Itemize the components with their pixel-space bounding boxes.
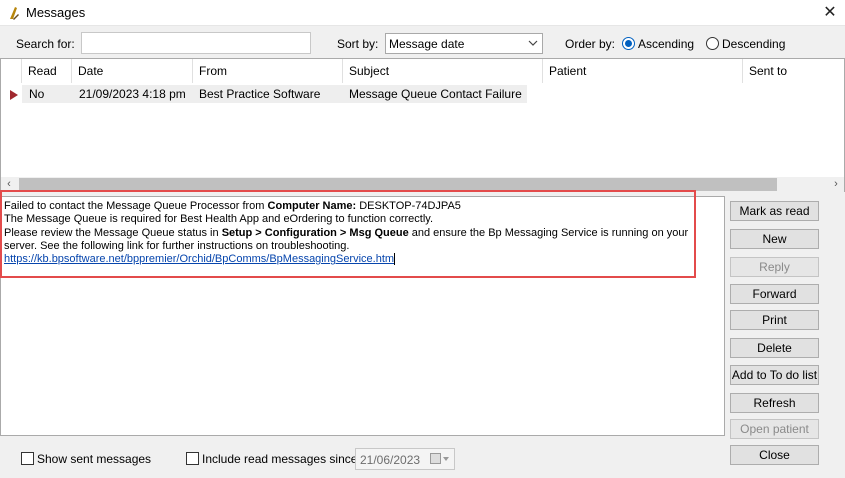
message-line4: server. See the following link for furth… <box>4 239 350 252</box>
title-bar: Messages ✕ <box>0 0 845 26</box>
scroll-right-icon[interactable]: › <box>828 177 844 192</box>
include-read-label: Include read messages since <box>202 452 358 466</box>
new-button[interactable]: New <box>730 229 819 249</box>
search-input[interactable] <box>81 32 311 54</box>
cell-date: 21/09/2023 4:18 pm <box>79 87 186 101</box>
scroll-thumb[interactable] <box>19 178 777 191</box>
chevron-down-icon <box>443 457 449 461</box>
descending-radio[interactable] <box>706 37 719 50</box>
show-sent-label: Show sent messages <box>37 452 152 466</box>
column-header-read[interactable]: Read <box>22 59 72 83</box>
sort-label: Sort by: <box>337 37 379 51</box>
mark-as-read-button[interactable]: Mark as read <box>730 201 819 221</box>
read-since-date: 21/06/2023 <box>360 453 421 467</box>
column-header-subject[interactable]: Subject <box>343 59 543 83</box>
search-label: Search for: <box>16 37 75 51</box>
delete-button[interactable]: Delete <box>730 338 819 358</box>
message-line3-text: Please review the Message Queue status i… <box>4 226 222 239</box>
cell-read: No <box>29 87 45 101</box>
ascending-label: Ascending <box>638 37 695 51</box>
order-label: Order by: <box>565 37 616 51</box>
horizontal-scrollbar[interactable]: ‹ › <box>1 177 844 192</box>
column-header-from[interactable]: From <box>193 59 343 83</box>
include-read-checkbox[interactable] <box>186 452 199 465</box>
column-header-date[interactable]: Date <box>72 59 193 83</box>
calendar-icon <box>430 453 441 464</box>
message-settings-path: Setup > Configuration > Msg Queue <box>221 226 409 239</box>
troubleshooting-link[interactable]: https://kb.bpsoftware.net/bppremier/Orch… <box>4 253 394 265</box>
add-to-todo-button[interactable]: Add to To do list <box>730 365 819 385</box>
forward-button[interactable]: Forward <box>730 284 819 304</box>
column-header-patient[interactable]: Patient <box>543 59 743 83</box>
message-preview[interactable]: Failed to contact the Message Queue Proc… <box>0 196 725 436</box>
current-row-icon <box>10 90 18 100</box>
message-computer-name: DESKTOP-74DJPA5 <box>356 200 461 212</box>
print-button[interactable]: Print <box>730 310 819 330</box>
show-sent-checkbox[interactable] <box>21 452 34 465</box>
column-header-marker <box>1 59 22 83</box>
scroll-left-icon[interactable]: ‹ <box>1 177 17 192</box>
reply-button[interactable]: Reply <box>730 257 819 277</box>
app-icon <box>10 7 19 20</box>
message-body: Failed to contact the Message Queue Proc… <box>4 200 704 266</box>
descending-label: Descending <box>722 37 786 51</box>
message-line1-text: Failed to contact the Message Queue Proc… <box>4 200 268 212</box>
close-button[interactable]: Close <box>730 445 819 465</box>
column-header-sent-to[interactable]: Sent to <box>743 59 844 83</box>
chevron-down-icon <box>528 40 538 46</box>
messages-grid[interactable]: Read Date From Subject Patient Sent to N… <box>0 58 845 192</box>
message-line1-bold: Computer Name: <box>267 200 357 212</box>
read-since-date-picker[interactable]: 21/06/2023 <box>355 448 455 470</box>
sort-value: Message date <box>389 37 465 51</box>
cell-subject: Message Queue Contact Failure <box>349 87 522 101</box>
message-line3-tail: and ensure the Bp Messaging Service is r… <box>408 226 689 239</box>
refresh-button[interactable]: Refresh <box>730 393 819 413</box>
sort-select[interactable]: Message date <box>385 33 543 54</box>
cell-from: Best Practice Software <box>199 87 321 101</box>
ascending-radio[interactable] <box>622 37 635 50</box>
window-title: Messages <box>26 5 86 20</box>
text-caret <box>394 253 396 266</box>
open-patient-button[interactable]: Open patient <box>730 419 819 439</box>
close-icon[interactable]: ✕ <box>815 0 845 26</box>
message-line2: The Message Queue is required for Best H… <box>4 213 434 226</box>
